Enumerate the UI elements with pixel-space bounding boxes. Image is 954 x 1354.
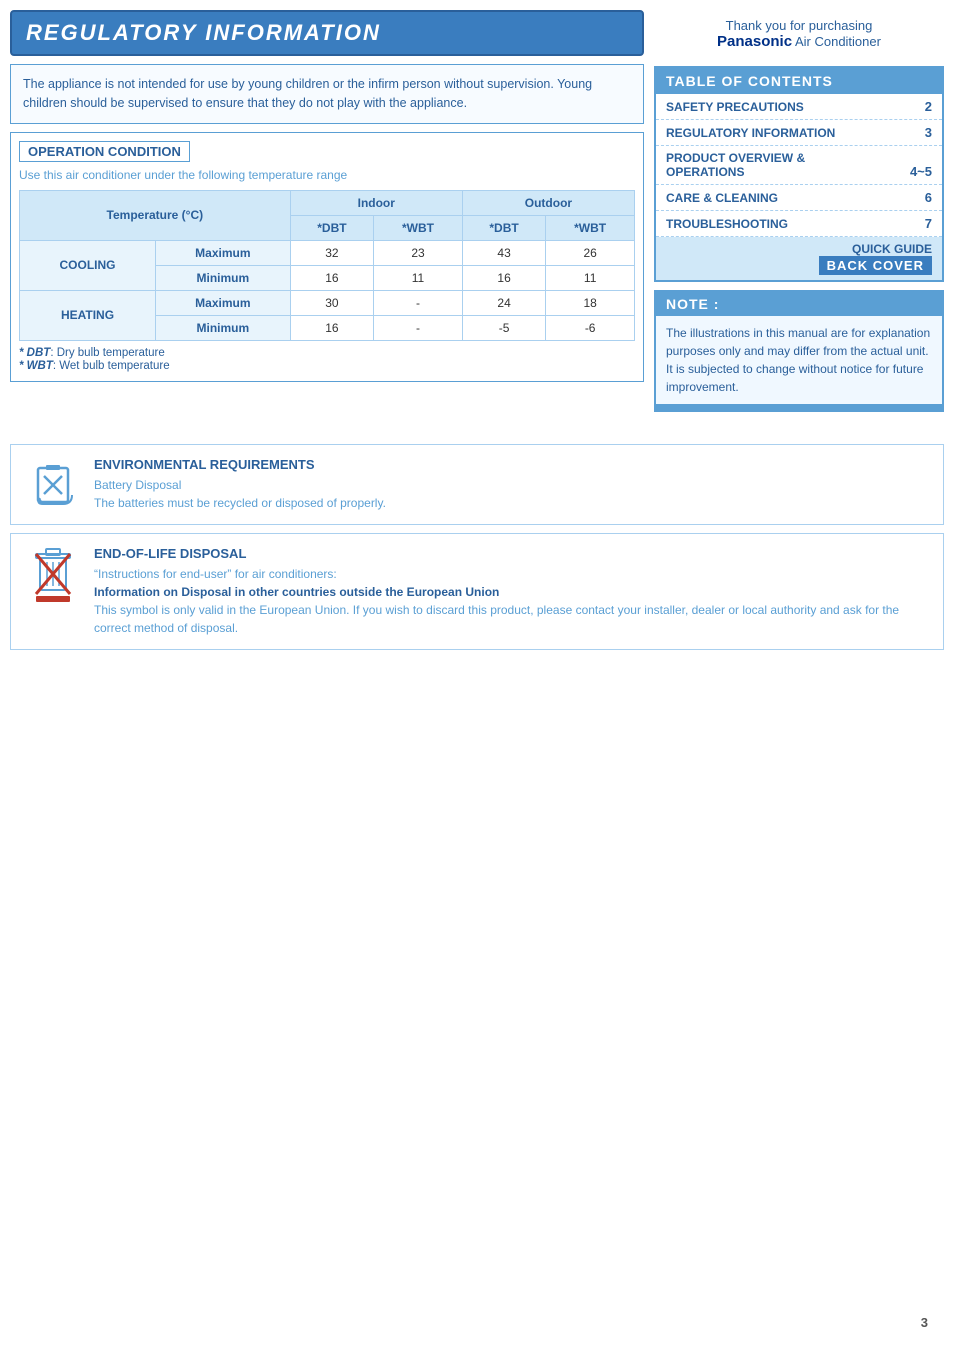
- cooling-min-label: Minimum: [155, 265, 290, 290]
- table-row: COOLING Maximum 32 23 43 26: [20, 240, 635, 265]
- heating-min-outdoor-wbt: -6: [546, 315, 635, 340]
- disposal-box: END-OF-LIFE DISPOSAL “Instructions for e…: [10, 533, 944, 650]
- page-number: 3: [921, 1315, 928, 1330]
- cooling-min-indoor-dbt: 16: [290, 265, 373, 290]
- disposal-icon-area: [25, 546, 80, 601]
- brand-name: Panasonic: [717, 33, 792, 50]
- heating-min-indoor-dbt: 16: [290, 315, 373, 340]
- note-text: The illustrations in this manual are for…: [666, 324, 932, 396]
- env-title: ENVIRONMENTAL REQUIREMENTS: [94, 457, 929, 472]
- toc-title: TABLE OF CONTENTS: [656, 68, 942, 94]
- heating-min-outdoor-dbt: -5: [462, 315, 545, 340]
- heating-label: HEATING: [20, 290, 156, 340]
- temperature-table: Temperature (°C) Indoor Outdoor *DBT *WB…: [19, 190, 635, 341]
- heating-min-label: Minimum: [155, 315, 290, 340]
- cooling-max-indoor-dbt: 32: [290, 240, 373, 265]
- toc-safety-page: 2: [912, 99, 932, 114]
- outdoor-wbt-header: *WBT: [546, 215, 635, 240]
- toc-trouble-label: TROUBLESHOOTING: [666, 217, 912, 231]
- bottom-section: ENVIRONMENTAL REQUIREMENTS Battery Dispo…: [10, 444, 944, 650]
- disposal-desc: “Instructions for end-user” for air cond…: [94, 565, 929, 637]
- toc-safety-label: SAFETY PRECAUTIONS: [666, 100, 912, 114]
- operation-section: OPERATION CONDITION Use this air conditi…: [10, 132, 644, 382]
- toc-box: TABLE OF CONTENTS SAFETY PRECAUTIONS 2 R…: [654, 66, 944, 282]
- cooling-min-indoor-wbt: 11: [374, 265, 463, 290]
- main-title: REGULATORY INFORMATION: [26, 20, 628, 46]
- cooling-label: COOLING: [20, 240, 156, 290]
- left-column: REGULATORY INFORMATION The appliance is …: [10, 10, 644, 412]
- disposal-bold-line: Information on Disposal in other countri…: [94, 583, 929, 601]
- disposal-title: END-OF-LIFE DISPOSAL: [94, 546, 929, 561]
- disposal-line2: This symbol is only valid in the Europea…: [94, 601, 929, 637]
- cooling-max-outdoor-dbt: 43: [462, 240, 545, 265]
- outdoor-dbt-header: *DBT: [462, 215, 545, 240]
- cooling-max-outdoor-wbt: 26: [546, 240, 635, 265]
- main-title-bar: REGULATORY INFORMATION: [10, 10, 644, 56]
- footnote-wbt: * WBT: Wet bulb temperature: [19, 360, 635, 372]
- env-text: ENVIRONMENTAL REQUIREMENTS Battery Dispo…: [94, 457, 929, 512]
- footnote-dbt: * DBT: Dry bulb temperature: [19, 347, 635, 359]
- note-title: NOTE :: [656, 292, 942, 316]
- env-subtitle: Battery Disposal The batteries must be r…: [94, 476, 929, 512]
- battery-recycle-icon: [28, 460, 78, 510]
- indoor-wbt-header: *WBT: [374, 215, 463, 240]
- cooling-max-indoor-wbt: 23: [374, 240, 463, 265]
- toc-item-safety: SAFETY PRECAUTIONS 2: [656, 94, 942, 120]
- thank-you-box: Thank you for purchasing Panasonic Air C…: [654, 10, 944, 58]
- env-battery-disposal: Battery Disposal: [94, 476, 929, 494]
- note-footer: [656, 404, 942, 410]
- toc-care-page: 6: [912, 190, 932, 205]
- note-content: The illustrations in this manual are for…: [656, 316, 942, 404]
- heating-max-label: Maximum: [155, 290, 290, 315]
- toc-item-regulatory: REGULATORY INFORMATION 3: [656, 120, 942, 146]
- heating-max-indoor-wbt: -: [374, 290, 463, 315]
- brand-product: Panasonic Air Conditioner: [660, 33, 938, 50]
- toc-item-product: PRODUCT OVERVIEW &OPERATIONS 4~5: [656, 146, 942, 185]
- toc-back-cover-label: BACK COVER: [819, 256, 932, 275]
- heating-min-indoor-wbt: -: [374, 315, 463, 340]
- disposal-bin-icon: [28, 544, 78, 604]
- env-icon-area: [25, 457, 80, 512]
- toc-item-care: CARE & CLEANING 6: [656, 185, 942, 211]
- toc-item-troubleshooting: TROUBLESHOOTING 7: [656, 211, 942, 237]
- toc-quick-label: QUICK GUIDE: [852, 242, 932, 256]
- warning-box: The appliance is not intended for use by…: [10, 64, 644, 124]
- page-relative: ENVIRONMENTAL REQUIREMENTS Battery Dispo…: [10, 424, 944, 1344]
- table-row: HEATING Maximum 30 - 24 18: [20, 290, 635, 315]
- cooling-min-outdoor-wbt: 11: [546, 265, 635, 290]
- right-column: Thank you for purchasing Panasonic Air C…: [654, 10, 944, 412]
- env-battery-text: The batteries must be recycled or dispos…: [94, 494, 929, 512]
- heating-max-outdoor-wbt: 18: [546, 290, 635, 315]
- heating-max-indoor-dbt: 30: [290, 290, 373, 315]
- heating-max-outdoor-dbt: 24: [462, 290, 545, 315]
- outdoor-header: Outdoor: [462, 190, 634, 215]
- operation-title: OPERATION CONDITION: [19, 141, 190, 162]
- toc-product-label: PRODUCT OVERVIEW &OPERATIONS: [666, 151, 910, 179]
- temp-col-header: Temperature (°C): [20, 190, 291, 240]
- footnotes: * DBT: Dry bulb temperature * WBT: Wet b…: [19, 347, 635, 372]
- toc-item-quick-guide: QUICK GUIDE BACK COVER: [656, 237, 942, 280]
- warning-text: The appliance is not intended for use by…: [23, 75, 631, 113]
- disposal-line1: “Instructions for end-user” for air cond…: [94, 565, 929, 583]
- cooling-max-label: Maximum: [155, 240, 290, 265]
- toc-regulatory-label: REGULATORY INFORMATION: [666, 126, 912, 140]
- cooling-min-outdoor-dbt: 16: [462, 265, 545, 290]
- toc-trouble-page: 7: [912, 216, 932, 231]
- indoor-dbt-header: *DBT: [290, 215, 373, 240]
- operation-subtitle: Use this air conditioner under the follo…: [19, 168, 635, 182]
- disposal-text: END-OF-LIFE DISPOSAL “Instructions for e…: [94, 546, 929, 637]
- thank-you-text: Thank you for purchasing: [660, 18, 938, 33]
- toc-product-page: 4~5: [910, 164, 932, 179]
- environmental-box: ENVIRONMENTAL REQUIREMENTS Battery Dispo…: [10, 444, 944, 525]
- indoor-header: Indoor: [290, 190, 462, 215]
- toc-care-label: CARE & CLEANING: [666, 191, 912, 205]
- toc-regulatory-page: 3: [912, 125, 932, 140]
- note-box: NOTE : The illustrations in this manual …: [654, 290, 944, 412]
- product-name: Air Conditioner: [795, 34, 881, 49]
